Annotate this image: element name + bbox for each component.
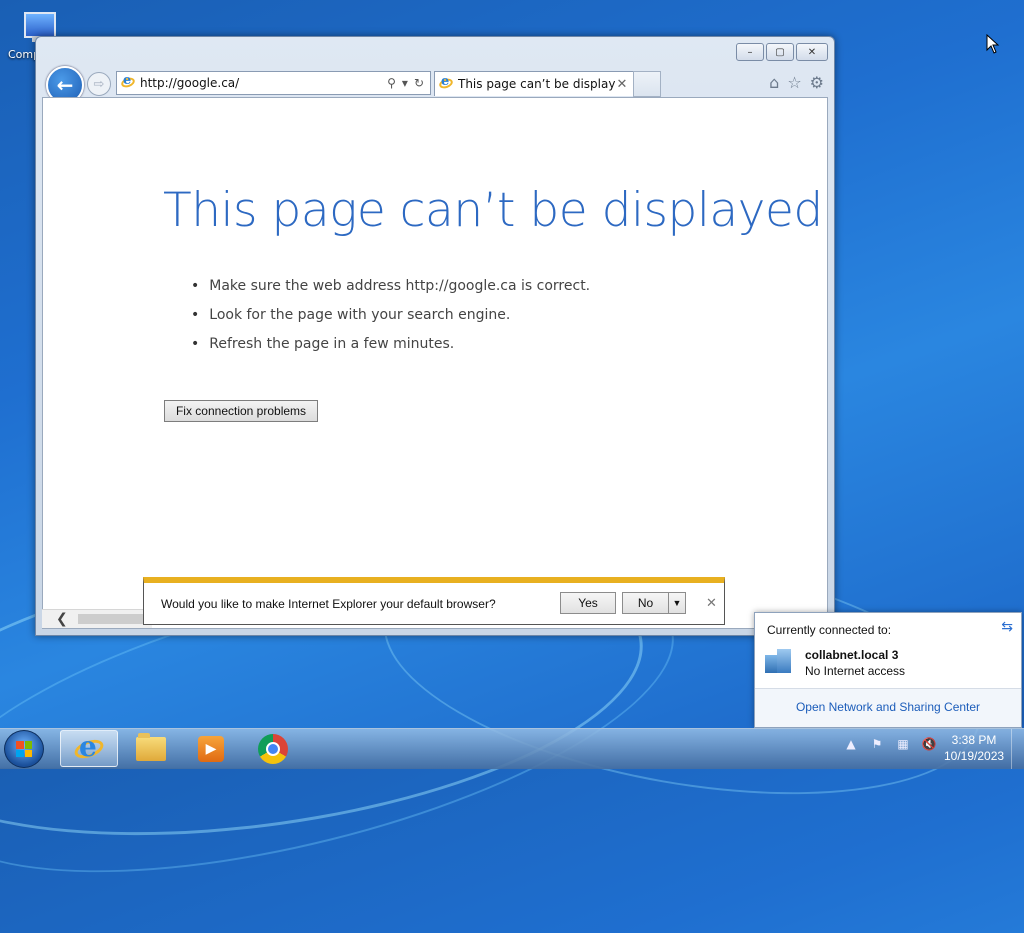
forward-arrow-icon: ⇨ (93, 76, 105, 92)
search-icon[interactable]: ⚲ (387, 76, 396, 90)
refresh-icon[interactable]: ↻ (414, 76, 424, 90)
ie-favicon-icon: e (437, 74, 455, 91)
fix-connection-button[interactable]: Fix connection problems (164, 400, 318, 422)
forward-button[interactable]: ⇨ (87, 72, 111, 96)
yes-button[interactable]: Yes (560, 592, 616, 614)
window-controls: – ▢ ✕ (736, 43, 828, 61)
page-content: This page can’t be displayed Make sure t… (42, 97, 828, 629)
suggestion-list: Make sure the web address http://google.… (191, 278, 590, 365)
internet-explorer-icon: e (72, 730, 106, 764)
network-sharing-center-link[interactable]: Open Network and Sharing Center (755, 700, 1021, 714)
windows-logo-icon (16, 741, 32, 757)
ie-favicon-icon: e (119, 73, 137, 90)
list-item: Make sure the web address http://google.… (191, 278, 590, 307)
action-center-icon[interactable]: ⚑ (868, 735, 886, 753)
media-player-icon: ▶ (198, 735, 224, 762)
taskbar-media-player[interactable]: ▶ (182, 730, 240, 767)
clock-time: 3:38 PM (951, 733, 997, 747)
address-bar[interactable]: e http://google.ca/ ⚲ ▾ ↻ (116, 71, 431, 95)
taskbar: e ▶ ▲ ⚑ ▦ 🔇 3:38 PM 10/19/2023 (0, 728, 1024, 769)
network-tray-icon[interactable]: ▦ (894, 735, 912, 753)
horizontal-scrollbar[interactable]: ❮ (42, 609, 152, 628)
no-button[interactable]: No ▼ (622, 592, 686, 614)
taskbar-chrome[interactable] (244, 730, 302, 767)
network-heading: Currently connected to: (767, 623, 892, 637)
network-status: No Internet access (805, 664, 906, 678)
page-title: This page can’t be displayed (163, 183, 823, 238)
tab-label: This page can’t be displayed (458, 77, 615, 91)
list-item: Refresh the page in a few minutes. (191, 336, 590, 365)
network-icon (765, 649, 795, 675)
network-footer: Open Network and Sharing Center (755, 688, 1021, 727)
taskbar-ie[interactable]: e (60, 730, 118, 767)
taskbar-explorer[interactable] (122, 730, 180, 767)
chrome-icon (258, 733, 288, 764)
dropdown-icon[interactable]: ▾ (402, 76, 408, 90)
maximize-button[interactable]: ▢ (766, 43, 794, 61)
notification-text: Would you like to make Internet Explorer… (161, 597, 496, 611)
scrollbar-thumb[interactable] (78, 614, 148, 624)
home-icon[interactable]: ⌂ (769, 73, 779, 92)
refresh-icon[interactable]: ⇆ (1001, 619, 1013, 635)
no-button-label: No (637, 596, 654, 610)
favorites-icon[interactable]: ☆ (787, 73, 801, 92)
close-icon[interactable]: ✕ (706, 596, 717, 611)
list-item: Look for the page with your search engin… (191, 307, 590, 336)
tab-close-icon[interactable]: ✕ (615, 77, 629, 92)
close-button[interactable]: ✕ (796, 43, 828, 61)
back-arrow-icon: ← (56, 73, 74, 97)
clock-date: 10/19/2023 (944, 749, 1005, 763)
network-name[interactable]: collabnet.local 3 (805, 648, 898, 662)
ie-window: – ▢ ✕ ← ⇨ e http://google.ca/ ⚲ ▾ ↻ e Th… (35, 36, 835, 636)
chevron-down-icon[interactable]: ▼ (668, 593, 685, 613)
volume-muted-icon[interactable]: 🔇 (920, 735, 938, 753)
network-popup: Currently connected to: ⇆ collabnet.loca… (754, 612, 1022, 728)
scroll-left-icon[interactable]: ❮ (56, 611, 68, 627)
show-hidden-icons-icon[interactable]: ▲ (842, 735, 860, 753)
default-browser-notification: Would you like to make Internet Explorer… (143, 577, 725, 625)
address-tools: ⚲ ▾ ↻ (387, 76, 424, 90)
address-input[interactable]: http://google.ca/ (140, 76, 387, 90)
folder-icon (136, 732, 166, 761)
start-button[interactable] (4, 730, 44, 768)
settings-icon[interactable]: ⚙ (810, 73, 824, 92)
command-icons: ⌂ ☆ ⚙ (769, 73, 824, 92)
clock[interactable]: 3:38 PM 10/19/2023 (944, 732, 1004, 764)
show-desktop-button[interactable] (1011, 729, 1024, 769)
tab-error-page[interactable]: e This page can’t be displayed ✕ (434, 71, 634, 96)
system-tray: ▲ ⚑ ▦ 🔇 (842, 735, 938, 753)
new-tab-button[interactable] (633, 71, 661, 97)
minimize-button[interactable]: – (736, 43, 764, 61)
